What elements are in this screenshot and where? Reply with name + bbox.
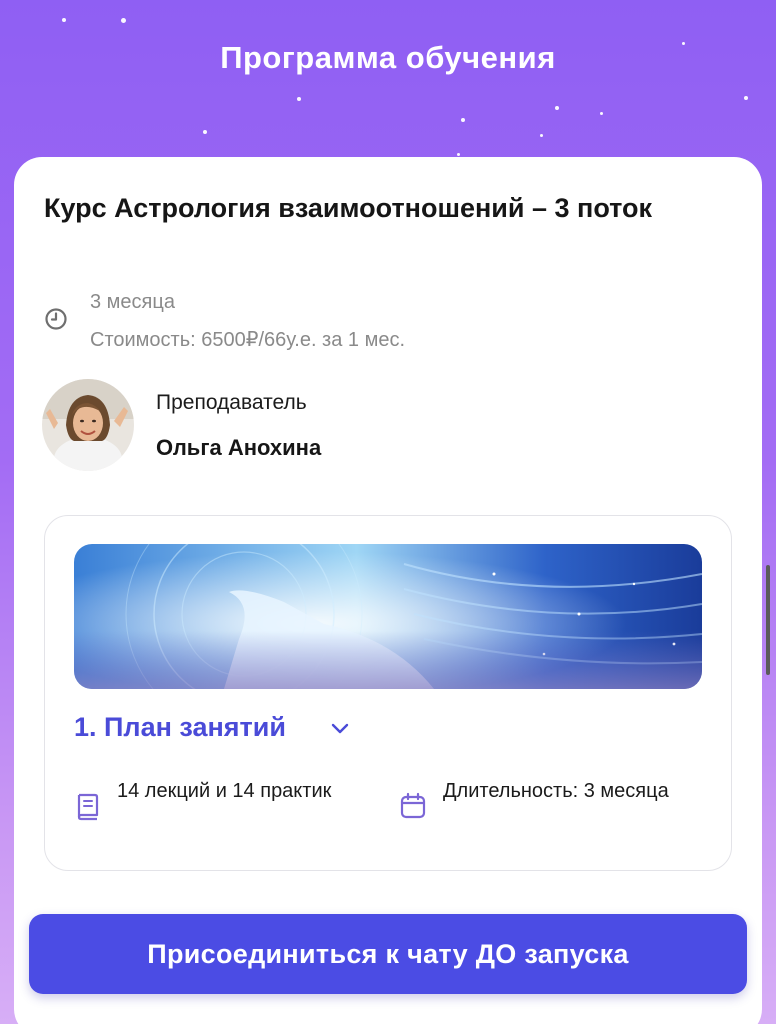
scrollbar[interactable] [766,565,770,675]
star-decoration [540,134,543,137]
course-price: Стоимость: 6500₽/66у.е. за 1 мес. [90,329,406,351]
course-title: Курс Астрология взаимоотношений – 3 пото… [44,193,653,223]
avatar-image [42,379,134,471]
star-decoration [297,97,301,101]
lesson-plan-title[interactable]: 1. План занятий [74,712,286,743]
star-decoration [62,18,66,22]
star-decoration [461,118,465,122]
star-decoration [555,106,559,110]
chevron-down-icon[interactable] [327,716,353,742]
app-screen: Программа обучения Курс Астрология взаим… [0,0,776,1024]
star-decoration [744,96,748,100]
page-title: Программа обучения [220,40,556,75]
astrology-banner-image [74,544,702,689]
clock-icon [45,308,67,330]
lectures-count: 14 лекций и 14 практик [117,780,332,802]
join-chat-button[interactable]: Присоединиться к чату ДО запуска [29,914,747,994]
course-length: Длительность: 3 месяца [443,780,669,802]
course-duration: 3 месяца [90,291,175,313]
banner-illustration [74,544,702,689]
lesson-plan-card: 1. План занятий 14 лекций и 14 практик Д… [44,515,732,871]
star-decoration [457,153,460,156]
teacher-label: Преподаватель [156,391,307,414]
star-decoration [121,18,126,23]
star-decoration [600,112,603,115]
star-decoration [203,130,207,134]
book-icon [77,793,99,821]
teacher-avatar [42,379,134,471]
course-card: Курс Астрология взаимоотношений – 3 пото… [14,157,762,1024]
teacher-name: Ольга Анохина [156,435,322,460]
calendar-icon [400,792,426,819]
